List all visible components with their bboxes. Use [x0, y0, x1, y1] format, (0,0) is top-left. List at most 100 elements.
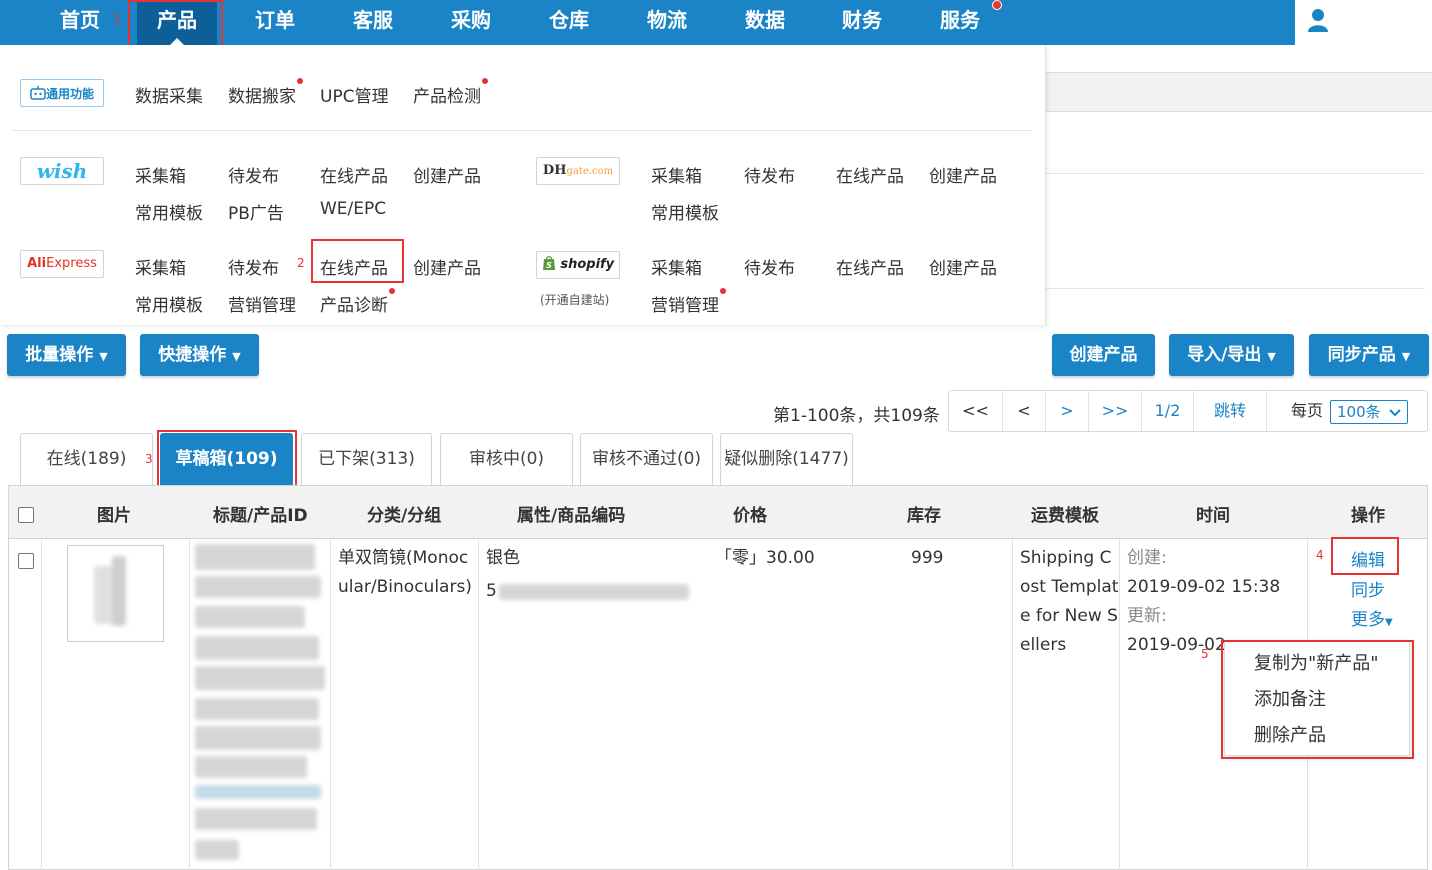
tab-drafts[interactable]: 草稿箱(109) — [160, 433, 293, 485]
user-menu[interactable] — [1295, 0, 1341, 45]
last-page-button[interactable]: >> — [1089, 391, 1142, 431]
row-checkbox[interactable] — [18, 553, 34, 569]
shopify-marketing[interactable]: 营销管理 — [651, 291, 719, 316]
more-dropdown[interactable]: 更多▼ — [1351, 605, 1393, 630]
product-thumbnail[interactable] — [67, 545, 164, 642]
nav-product[interactable]: 产品 — [137, 0, 217, 45]
new-dot — [720, 288, 726, 294]
nav-warehouse[interactable]: 仓库 — [529, 0, 609, 45]
import-export-button[interactable]: 导入/导出 ▼ — [1169, 334, 1294, 376]
dhgate-online-products[interactable]: 在线产品 — [836, 162, 904, 187]
create-product-button[interactable]: 创建产品 — [1052, 334, 1155, 376]
ali-marketing[interactable]: 营销管理 — [228, 291, 296, 316]
dhgate-logo-tail: gate.com — [566, 166, 614, 177]
tab-suspected-deleted[interactable]: 疑似删除(1477) — [720, 433, 853, 485]
nav-data[interactable]: 数据 — [725, 0, 805, 45]
delete-product[interactable]: 删除产品 — [1254, 721, 1326, 747]
wish-online-products[interactable]: 在线产品 — [320, 162, 388, 187]
tab-online[interactable]: 在线(189) — [20, 433, 153, 485]
nav-purchase[interactable]: 采购 — [431, 0, 511, 45]
notification-dot — [992, 0, 1002, 10]
nav-finance[interactable]: 财务 — [822, 0, 902, 45]
wish-we-epc[interactable]: WE/EPC — [320, 199, 386, 219]
table-header: 图片 标题/产品ID 分类/分组 属性/商品编码 价格 库存 运费模板 时间 操… — [9, 486, 1427, 539]
dhgate-logo-main: DH — [542, 163, 567, 178]
product-table: 图片 标题/产品ID 分类/分组 属性/商品编码 价格 库存 运费模板 时间 操… — [8, 485, 1428, 870]
nav-service[interactable]: 客服 — [333, 0, 413, 45]
ali-create-product[interactable]: 创建产品 — [413, 254, 481, 279]
page-indicator: 1/2 — [1142, 391, 1194, 431]
per-page-value: 100条 — [1337, 403, 1381, 421]
dhgate-templates[interactable]: 常用模板 — [651, 199, 719, 224]
annotation-4: 4 — [1316, 548, 1324, 562]
column-divider — [41, 540, 42, 870]
tab-review-failed[interactable]: 审核不通过(0) — [580, 433, 713, 485]
link-data-migrate[interactable]: 数据搬家 — [228, 82, 296, 107]
wish-pending[interactable]: 待发布 — [228, 162, 279, 187]
tab-delisted[interactable]: 已下架(313) — [301, 433, 432, 485]
blurred-title — [195, 544, 315, 570]
pagination: << < > >> 1/2 跳转 每页 100条 — [948, 390, 1428, 432]
shopify-note: (开通自建站) — [540, 293, 610, 307]
caret-down-icon: ▼ — [99, 350, 108, 363]
wish-create-product[interactable]: 创建产品 — [413, 162, 481, 187]
edit-link[interactable]: 编辑 — [1351, 546, 1385, 571]
nav-home[interactable]: 首页 — [40, 0, 120, 45]
ali-templates[interactable]: 常用模板 — [135, 291, 203, 316]
sync-link[interactable]: 同步 — [1351, 576, 1385, 601]
nav-caret-icon — [170, 38, 184, 45]
nav-orders[interactable]: 订单 — [235, 0, 315, 45]
per-page-select[interactable]: 100条 — [1330, 400, 1408, 424]
shopify-create-product[interactable]: 创建产品 — [929, 254, 997, 279]
link-product-check[interactable]: 产品检测 — [413, 82, 481, 107]
ali-pending[interactable]: 待发布 — [228, 254, 279, 279]
select-all-checkbox[interactable] — [18, 507, 34, 523]
sync-products-button[interactable]: 同步产品 ▼ — [1309, 334, 1429, 376]
column-divider — [189, 540, 190, 870]
prev-page-button[interactable]: < — [1003, 391, 1046, 431]
ali-collect-box[interactable]: 采集箱 — [135, 254, 186, 279]
annotation-2: 2 — [297, 256, 305, 270]
price: 「零」30.00 — [715, 548, 815, 568]
quick-operations-button[interactable]: 快捷操作 ▼ — [140, 334, 259, 376]
link-upc-manage[interactable]: UPC管理 — [320, 82, 389, 107]
annotation-3: 3 — [145, 452, 153, 466]
first-page-button[interactable]: << — [949, 391, 1003, 431]
dhgate-pending[interactable]: 待发布 — [744, 162, 795, 187]
shopify-collect-box[interactable]: 采集箱 — [651, 254, 702, 279]
chevron-down-icon — [1389, 409, 1401, 417]
sync-products-label: 同步产品 — [1327, 345, 1396, 365]
dhgate-collect-box[interactable]: 采集箱 — [651, 162, 702, 187]
nav-logistics[interactable]: 物流 — [627, 0, 707, 45]
aliexpress-logo-a: Ali — [27, 256, 47, 271]
nav-product-label: 产品 — [157, 8, 197, 32]
wish-templates[interactable]: 常用模板 — [135, 199, 203, 224]
ali-product-diagnosis[interactable]: 产品诊断 — [320, 291, 388, 316]
create-product-label: 创建产品 — [1069, 345, 1138, 365]
wish-collect-box[interactable]: 采集箱 — [135, 162, 186, 187]
add-note[interactable]: 添加备注 — [1254, 685, 1326, 711]
header-operations: 操作 — [1351, 506, 1385, 526]
tab-reviewing[interactable]: 审核中(0) — [440, 433, 573, 485]
top-nav: 首页 产品 订单 客服 采购 仓库 物流 数据 财务 服务 — [0, 0, 1295, 45]
shopify-pending[interactable]: 待发布 — [744, 254, 795, 279]
dhgate-create-product[interactable]: 创建产品 — [929, 162, 997, 187]
link-data-collect[interactable]: 数据采集 — [135, 82, 203, 107]
import-export-label: 导入/导出 — [1187, 345, 1262, 365]
record-range-text: 第1-100条，共109条 — [773, 406, 940, 426]
nav-services[interactable]: 服务 — [920, 0, 1000, 45]
shopify-online-products[interactable]: 在线产品 — [836, 254, 904, 279]
next-page-button[interactable]: > — [1046, 391, 1089, 431]
shopify-bag-icon: S — [542, 256, 555, 270]
blurred-title — [195, 756, 307, 778]
stock: 999 — [911, 548, 944, 568]
jump-button[interactable]: 跳转 — [1194, 391, 1267, 431]
batch-operations-button[interactable]: 批量操作 ▼ — [7, 334, 126, 376]
blurred-product-id[interactable] — [195, 785, 321, 799]
header-image: 图片 — [97, 506, 131, 526]
copy-as-new-product[interactable]: 复制为"新产品" — [1254, 649, 1379, 675]
product-code-prefix: 5 — [486, 581, 497, 601]
ali-online-products[interactable]: 在线产品 — [320, 254, 388, 279]
user-icon — [1308, 9, 1328, 32]
wish-pb-ads[interactable]: PB广告 — [228, 199, 284, 224]
